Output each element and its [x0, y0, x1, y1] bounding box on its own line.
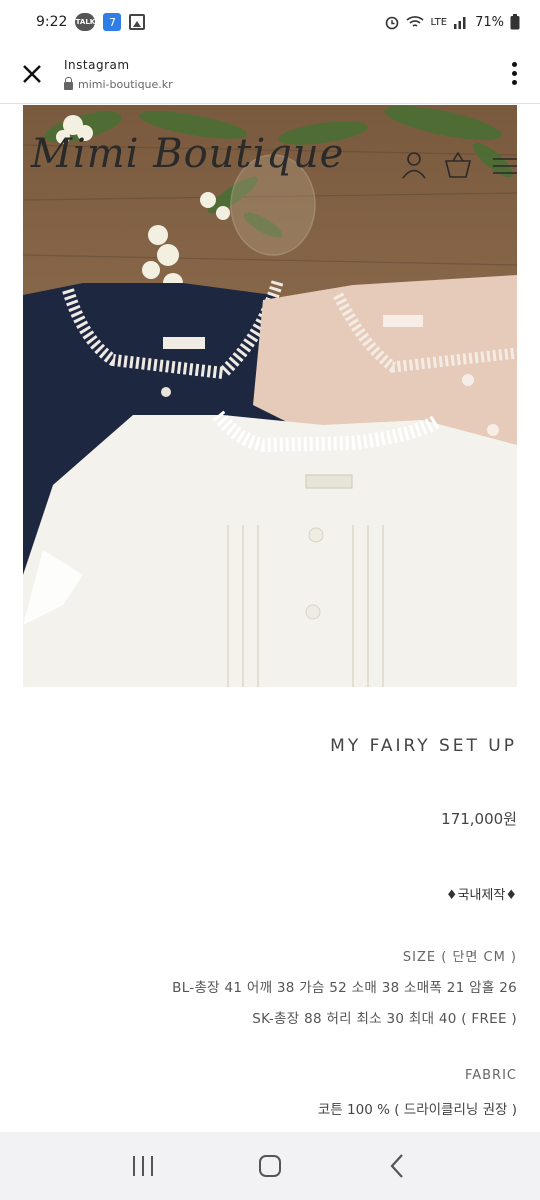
- site-url-text: mimi-boutique.kr: [78, 78, 173, 91]
- battery-icon: [510, 14, 520, 30]
- status-bar: 9:22 TALK 7 LTE 71%: [0, 0, 540, 44]
- close-icon: [23, 64, 41, 83]
- more-options-button[interactable]: [488, 44, 540, 104]
- size-blouse: BL-총장 41 어깨 38 가슴 52 소매 38 소매폭 21 암홀 26: [172, 980, 517, 996]
- size-heading: SIZE ( 단면 CM ): [402, 950, 517, 965]
- recents-button[interactable]: [113, 1136, 173, 1196]
- wifi-icon: [406, 16, 425, 27]
- product-title: MY FAIRY SET UP: [330, 736, 517, 756]
- size-skirt: SK-총장 88 허리 최소 30 최대 40 ( FREE ): [252, 1011, 517, 1027]
- alarm-icon: [386, 16, 399, 30]
- more-vert-icon: [511, 62, 517, 67]
- back-icon: [390, 1154, 403, 1178]
- lock-icon: [64, 77, 73, 90]
- product-price: 171,000원: [441, 810, 517, 828]
- fabric-value: 코튼 100 % ( 드라이클리닝 권장 ): [317, 1102, 517, 1118]
- recents-icon: [133, 1156, 154, 1176]
- in-app-browser-header: Instagram mimi-boutique.kr: [0, 44, 540, 104]
- network-type: LTE: [430, 16, 448, 28]
- fabric-heading: FABRIC: [464, 1068, 517, 1083]
- site-url: mimi-boutique.kr: [64, 77, 488, 91]
- home-icon: [258, 1155, 281, 1177]
- user-icon[interactable]: [401, 151, 427, 179]
- hamburger-icon[interactable]: [493, 157, 517, 175]
- talk-notification-icon: TALK: [75, 13, 96, 31]
- signal-icon: [454, 17, 466, 29]
- product-image: Mimi Boutique: [23, 105, 517, 687]
- origin-label: ♦국내제작♦: [445, 888, 517, 903]
- back-button[interactable]: [367, 1136, 427, 1196]
- battery-percent: 71%: [475, 14, 504, 30]
- status-time: 9:22: [36, 14, 68, 30]
- gallery-notification-icon: [129, 14, 146, 30]
- close-button[interactable]: [0, 44, 64, 104]
- system-navigation-bar: [0, 1132, 540, 1200]
- home-button[interactable]: [240, 1136, 300, 1196]
- boutique-logo: Mimi Boutique: [31, 131, 345, 177]
- url-block[interactable]: Instagram mimi-boutique.kr: [64, 56, 488, 91]
- app-notification-icon: 7: [103, 13, 122, 31]
- site-name: Instagram: [64, 58, 130, 72]
- cart-icon[interactable]: [444, 151, 472, 179]
- product-photo: [23, 105, 517, 687]
